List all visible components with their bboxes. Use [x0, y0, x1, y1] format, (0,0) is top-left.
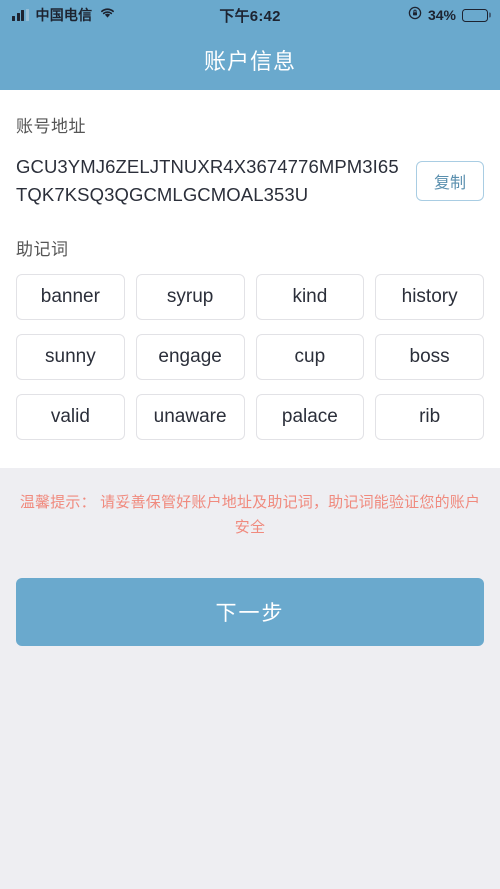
status-bar-right: 34% [281, 6, 489, 25]
mnemonic-word-chip[interactable]: cup [255, 334, 365, 380]
mnemonic-word-chip[interactable]: palace [255, 394, 365, 440]
warning-text: 温馨提示： 请妥善保管好账户地址及助记词，助记词能验证您的账户安全 [19, 494, 481, 536]
battery-percent-label: 34% [427, 7, 457, 23]
mnemonic-word-chip[interactable]: history [375, 274, 484, 320]
account-address-label: 账号地址 [16, 117, 86, 136]
navigation-bar: 账户信息 [0, 30, 500, 90]
mnemonic-word-chip[interactable]: unaware [135, 394, 245, 440]
mnemonic-label: 助记词 [16, 240, 69, 259]
status-bar: 中国电信 下午6:42 34% [0, 0, 500, 30]
carrier-label: 中国电信 [35, 7, 93, 23]
mnemonic-word-chip[interactable]: rib [375, 394, 484, 440]
next-button-container: 下一步 [0, 540, 500, 646]
mnemonic-word-chip[interactable]: valid [16, 394, 125, 440]
clock-label: 下午6:42 [219, 7, 281, 25]
copy-address-button[interactable]: 复制 [416, 161, 484, 201]
status-bar-center: 下午6:42 [219, 5, 280, 26]
page-title: 账户信息 [203, 49, 296, 74]
mnemonic-word-chip[interactable]: boss [375, 334, 484, 380]
wifi-icon [99, 6, 116, 24]
main-content: 账号地址 GCU3YMJ6ZELJTNUXR4X3674776MPM3I65TQ… [0, 90, 500, 889]
phone-screen: 中国电信 下午6:42 34% 账户信息 账号地址 GCU3YMJ6ZELJTN… [0, 0, 500, 889]
account-address-value[interactable]: GCU3YMJ6ZELJTNUXR4X3674776MPM3I65TQK7KSQ… [16, 153, 406, 209]
mnemonic-word-grid: banner syrup kind history sunny engage cup boss… [16, 274, 484, 468]
mnemonic-word-chip[interactable]: sunny [16, 334, 125, 380]
mnemonic-word-chip[interactable]: syrup [135, 274, 245, 320]
rotation-lock-icon [408, 6, 422, 25]
mnemonic-word-chip[interactable]: banner [16, 274, 125, 320]
signal-bars-icon [12, 9, 29, 21]
info-card: 账号地址 GCU3YMJ6ZELJTNUXR4X3674776MPM3I65TQ… [0, 90, 500, 468]
battery-icon [462, 8, 489, 22]
account-address-row: GCU3YMJ6ZELJTNUXR4X3674776MPM3I65TQK7KSQ… [16, 153, 484, 217]
next-step-button[interactable]: 下一步 [16, 578, 484, 646]
bottom-spacer [0, 646, 500, 889]
mnemonic-word-chip[interactable]: engage [135, 334, 245, 380]
status-bar-left: 中国电信 [12, 5, 219, 25]
mnemonic-word-chip[interactable]: kind [255, 274, 365, 320]
